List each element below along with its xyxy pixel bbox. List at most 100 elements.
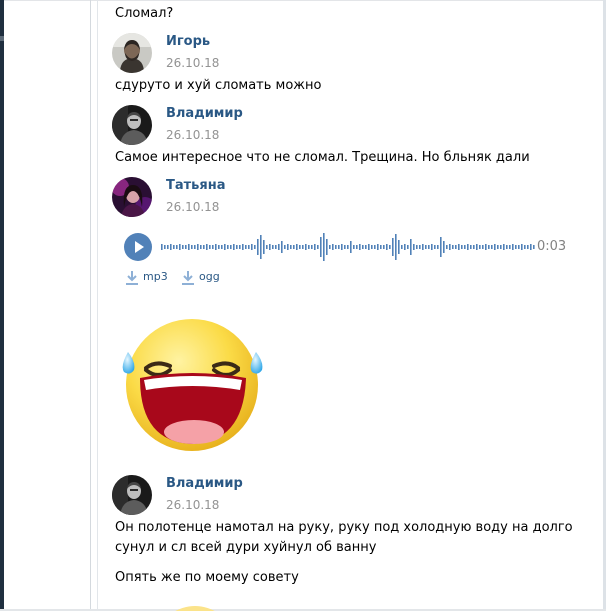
waveform-bar	[506, 245, 508, 249]
audio-waveform[interactable]	[161, 233, 536, 261]
waveform-bar	[302, 245, 304, 249]
waveform-bar	[263, 240, 265, 254]
download-label: mp3	[143, 270, 168, 283]
waveform-bar	[416, 245, 418, 249]
waveform-bar	[503, 244, 505, 250]
thread-line-outer	[90, 0, 91, 611]
waveform-bar	[290, 245, 292, 249]
message-text: сунул и сл всей дури хуйнул об ванну	[115, 540, 377, 555]
waveform-bar	[524, 245, 526, 249]
waveform-bar	[260, 235, 262, 259]
waveform-bar	[221, 245, 223, 249]
avatar[interactable]	[112, 475, 152, 515]
avatar[interactable]	[112, 105, 152, 145]
play-button[interactable]	[124, 233, 152, 261]
waveform-bar	[530, 244, 532, 250]
waveform-bar	[218, 245, 220, 249]
waveform-bar	[473, 245, 475, 249]
waveform-bar	[395, 234, 397, 260]
waveform-bar	[326, 239, 328, 255]
waveform-bar	[407, 245, 409, 249]
waveform-bar	[455, 245, 457, 249]
waveform-bar	[281, 241, 283, 253]
message-date[interactable]: 26.10.18	[166, 199, 219, 215]
waveform-bar	[350, 241, 352, 253]
waveform-bar	[200, 245, 202, 249]
waveform-bar	[482, 245, 484, 249]
waveform-bar	[245, 245, 247, 249]
waveform-bar	[188, 244, 190, 250]
waveform-bar	[173, 245, 175, 249]
waveform-bar	[371, 245, 373, 249]
waveform-bar	[224, 244, 226, 250]
waveform-bar	[464, 245, 466, 249]
waveform-bar	[521, 244, 523, 250]
waveform-bar	[428, 245, 430, 249]
waveform-bar	[293, 245, 295, 249]
waveform-bar	[182, 245, 184, 249]
author-name[interactable]: Татьяна	[166, 178, 226, 194]
waveform-bar	[176, 245, 178, 249]
waveform-bar	[341, 244, 343, 250]
waveform-bar	[248, 245, 250, 249]
waveform-bar	[392, 238, 394, 256]
waveform-bar	[344, 245, 346, 249]
waveform-bar	[206, 244, 208, 250]
message-text: Сломал?	[115, 6, 174, 21]
waveform-bar	[434, 245, 436, 249]
download-ogg-link[interactable]: ogg	[180, 269, 230, 287]
waveform-bar	[446, 245, 448, 249]
waveform-bar	[419, 245, 421, 249]
message-date[interactable]: 26.10.18	[166, 497, 219, 513]
waveform-bar	[470, 245, 472, 249]
waveform-bar	[488, 245, 490, 249]
waveform-bar	[185, 245, 187, 249]
waveform-bar	[230, 245, 232, 249]
waveform-bar	[242, 244, 244, 250]
waveform-bar	[317, 245, 319, 249]
waveform-bar	[383, 245, 385, 249]
message-date[interactable]: 26.10.18	[166, 55, 219, 71]
waveform-bar	[296, 244, 298, 250]
waveform-bar	[356, 245, 358, 249]
play-icon	[135, 241, 144, 253]
waveform-bar	[362, 245, 364, 249]
waveform-bar	[233, 244, 235, 250]
waveform-bar	[275, 245, 277, 249]
laughing-tears-sticker[interactable]	[116, 310, 284, 462]
waveform-bar	[422, 244, 424, 250]
waveform-bar	[512, 244, 514, 250]
waveform-bar	[314, 244, 316, 250]
waveform-bar	[236, 245, 238, 249]
download-mp3-link[interactable]: mp3	[124, 269, 174, 287]
waveform-bar	[197, 244, 199, 250]
waveform-bar	[266, 245, 268, 249]
waveform-bar	[440, 237, 442, 257]
waveform-bar	[527, 245, 529, 249]
waveform-bar	[497, 245, 499, 249]
waveform-bar	[320, 237, 322, 257]
waveform-bar	[329, 245, 331, 249]
author-name[interactable]: Владимир	[166, 106, 243, 122]
waveform-bar	[377, 244, 379, 250]
left-panel-edge	[0, 0, 4, 611]
avatar[interactable]	[112, 177, 152, 217]
waveform-bar	[500, 245, 502, 249]
avatar[interactable]	[112, 33, 152, 73]
waveform-bar	[161, 244, 163, 250]
waveform-bar	[458, 244, 460, 250]
waveform-bar	[170, 244, 172, 250]
waveform-bar	[299, 245, 301, 249]
waveform-bar	[251, 244, 253, 250]
waveform-bar	[323, 233, 325, 261]
waveform-bar	[254, 245, 256, 249]
waveform-bar	[494, 244, 496, 250]
waveform-bar	[284, 245, 286, 249]
author-name[interactable]: Игорь	[166, 34, 210, 50]
waveform-bar	[269, 244, 271, 250]
waveform-bar	[449, 244, 451, 250]
author-name[interactable]: Владимир	[166, 476, 243, 492]
waveform-bar	[515, 245, 517, 249]
download-icon	[126, 271, 138, 285]
message-date[interactable]: 26.10.18	[166, 127, 219, 143]
